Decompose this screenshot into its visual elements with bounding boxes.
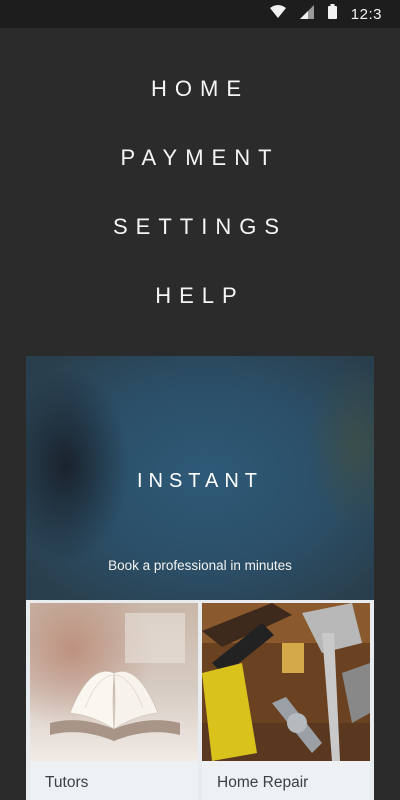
service-label-home-repair: Home Repair <box>217 774 309 791</box>
banner-title: INSTANT <box>136 470 264 492</box>
banner-subtitle: Book a professional in minutes <box>108 558 292 573</box>
status-icons: 12:3 <box>269 0 382 28</box>
battery-icon <box>327 4 337 24</box>
menu-item-settings[interactable]: SETTINGS <box>0 214 400 240</box>
service-tile-tutors[interactable]: Tutors <box>30 603 198 800</box>
instant-banner[interactable]: INSTANT Book a professional in minutes <box>26 356 374 600</box>
signal-icon <box>299 4 314 24</box>
service-label-tutors: Tutors <box>45 774 89 791</box>
home-repair-image <box>202 603 370 761</box>
service-tile-home-repair[interactable]: Home Repair <box>202 603 370 800</box>
menu-item-help[interactable]: HELP <box>0 283 400 309</box>
menu-item-home[interactable]: HOME <box>0 76 400 102</box>
menu-item-payment[interactable]: PAYMENT <box>0 145 400 171</box>
status-time: 12:3 <box>350 5 382 23</box>
services-card: INSTANT Book a professional in minutes T… <box>26 356 374 800</box>
tutors-image <box>30 603 198 761</box>
wifi-icon <box>269 4 286 24</box>
status-bar: 12:3 <box>0 0 400 28</box>
